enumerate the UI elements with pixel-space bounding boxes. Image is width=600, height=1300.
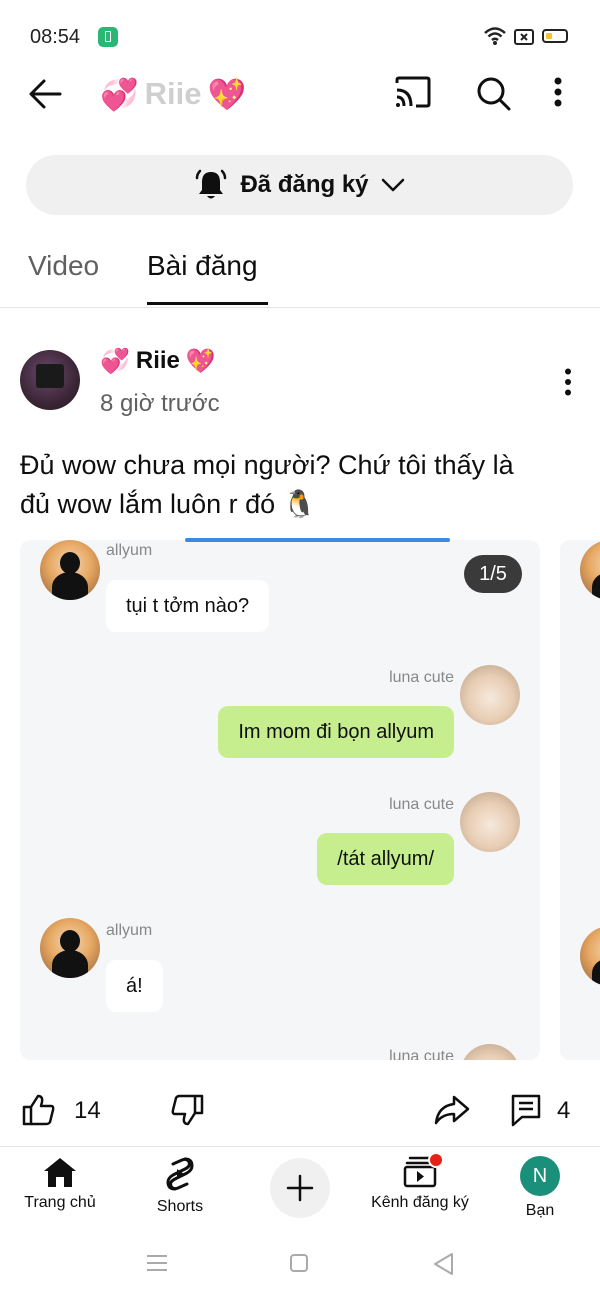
share-icon[interactable] xyxy=(434,1094,470,1126)
comment-icon[interactable] xyxy=(510,1093,542,1127)
home-icon xyxy=(43,1156,77,1188)
notification-badge xyxy=(428,1152,444,1168)
subscribed-button[interactable]: Đã đăng ký xyxy=(26,155,573,215)
system-home-icon[interactable] xyxy=(290,1254,308,1272)
divider xyxy=(0,1146,600,1147)
chat-name-luna: luna cute xyxy=(389,669,454,686)
image-top-strip xyxy=(185,538,450,542)
sparkling-heart-emoji: 💖 xyxy=(207,76,247,112)
post-timestamp: 8 giờ trước xyxy=(100,390,220,417)
avatar: N xyxy=(520,1156,560,1196)
subscriptions-icon xyxy=(402,1152,444,1188)
more-options-icon[interactable] xyxy=(553,77,563,107)
sparkling-heart-emoji: 💖 xyxy=(185,347,216,375)
nav-you[interactable]: N Bạn xyxy=(480,1156,600,1220)
bell-icon xyxy=(194,168,228,202)
chat-name-allyum: allyum xyxy=(106,922,153,939)
status-time: 08:54 xyxy=(30,26,81,48)
nav-subscriptions[interactable]: Kênh đăng ký xyxy=(360,1152,480,1212)
nav-you-label: Bạn xyxy=(525,1202,555,1219)
post-text: Đủ wow chưa mọi người? Chứ tôi thấy là đ… xyxy=(20,446,580,524)
active-tab-indicator xyxy=(147,302,268,305)
post-author-avatar[interactable] xyxy=(20,350,80,410)
tab-posts[interactable]: Bài đăng xyxy=(147,250,258,282)
battery-saver-icon xyxy=(98,27,118,47)
sim-icon xyxy=(514,29,534,45)
chat-bubble: Im mom đi bọn allyum xyxy=(218,706,454,758)
battery-icon xyxy=(542,29,568,43)
post-image-1[interactable]: allyum tụi t tởm nào? luna cute Im mom đ… xyxy=(20,540,540,1060)
system-back-icon[interactable] xyxy=(432,1252,454,1276)
comment-count: 4 xyxy=(557,1097,571,1124)
two-hearts-emoji: 💞 xyxy=(100,347,130,375)
chat-name-luna: luna cute xyxy=(389,796,454,813)
shorts-icon xyxy=(165,1156,195,1192)
post-image-2-preview[interactable] xyxy=(560,540,600,1060)
allyum-avatar xyxy=(580,540,600,600)
divider xyxy=(0,307,600,308)
like-icon[interactable] xyxy=(22,1094,56,1126)
nav-shorts[interactable]: Shorts xyxy=(120,1156,240,1216)
subscribed-label: Đã đăng ký xyxy=(240,171,369,198)
chat-name-allyum: allyum xyxy=(106,542,153,559)
dislike-icon[interactable] xyxy=(170,1094,204,1126)
luna-cute-avatar xyxy=(460,665,520,725)
image-counter: 1/5 xyxy=(464,555,522,593)
chevron-down-icon xyxy=(381,178,405,192)
luna-cute-avatar xyxy=(460,1044,520,1060)
like-count: 14 xyxy=(74,1097,101,1124)
nav-home[interactable]: Trang chủ xyxy=(0,1156,120,1212)
post-author[interactable]: 💞 Riie 💖 xyxy=(100,344,216,378)
chat-name-luna: luna cute xyxy=(389,1048,454,1060)
channel-name: Riie xyxy=(144,76,202,111)
system-menu-icon[interactable] xyxy=(146,1254,168,1272)
luna-cute-avatar xyxy=(460,792,520,852)
tab-video[interactable]: Video xyxy=(28,250,99,282)
post-author-name: Riie xyxy=(135,347,180,374)
allyum-avatar xyxy=(580,926,600,986)
post-text-line-1: Đủ wow chưa mọi người? Chứ tôi thấy là xyxy=(20,450,514,480)
post-text-line-2: đủ wow lắm luôn r đó 🐧 xyxy=(20,489,317,519)
wifi-icon xyxy=(483,26,507,46)
allyum-avatar xyxy=(40,540,100,600)
nav-subscriptions-label: Kênh đăng ký xyxy=(371,1194,469,1211)
chat-bubble: tụi t tởm nào? xyxy=(106,580,270,632)
nav-home-label: Trang chủ xyxy=(24,1194,96,1211)
cast-icon[interactable] xyxy=(394,76,432,108)
create-button[interactable] xyxy=(270,1158,330,1218)
plus-icon xyxy=(286,1174,314,1202)
channel-title: 💞 Riie 💖 xyxy=(100,74,246,114)
allyum-avatar xyxy=(40,918,100,978)
post-more-options-icon[interactable] xyxy=(563,368,573,396)
back-arrow-icon[interactable] xyxy=(28,78,62,110)
chat-bubble: /tát allyum/ xyxy=(317,833,454,885)
search-icon[interactable] xyxy=(476,76,512,112)
nav-shorts-label: Shorts xyxy=(156,1198,204,1215)
two-hearts-emoji: 💞 xyxy=(100,76,139,112)
chat-bubble: á! xyxy=(106,960,163,1012)
